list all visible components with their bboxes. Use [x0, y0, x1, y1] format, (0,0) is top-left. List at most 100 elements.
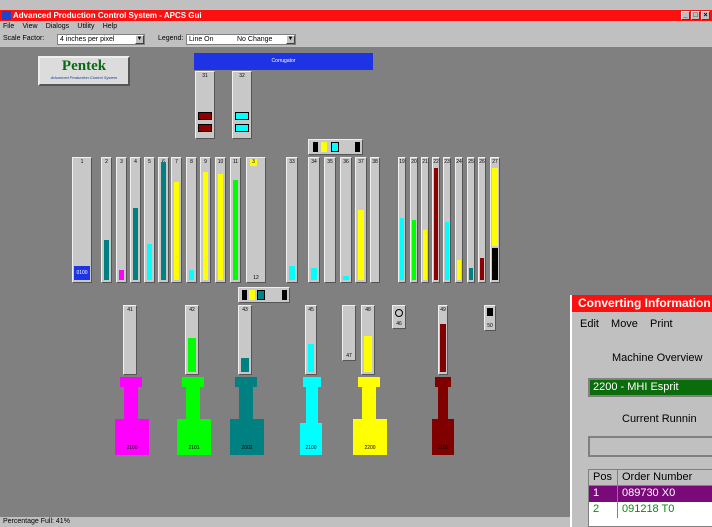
- current-running-field[interactable]: [588, 436, 712, 457]
- machine-45[interactable]: 45 2100: [300, 305, 330, 455]
- machine-41[interactable]: 41 2100: [115, 305, 151, 455]
- column-38[interactable]: 38: [370, 157, 380, 283]
- column-25[interactable]: 25: [467, 157, 475, 283]
- column-32[interactable]: 32: [232, 71, 252, 139]
- column-label: 11: [232, 159, 239, 165]
- column-4[interactable]: 4: [130, 157, 141, 283]
- column-7[interactable]: 7: [171, 157, 182, 283]
- column-27[interactable]: 27: [490, 157, 500, 283]
- fill-level: [492, 248, 498, 280]
- column-label: 4: [134, 159, 137, 165]
- unit-50[interactable]: 50: [484, 305, 496, 331]
- column-header-pos[interactable]: Pos: [589, 470, 618, 485]
- menu-move[interactable]: Move: [611, 318, 638, 330]
- column-9[interactable]: 9: [200, 157, 211, 283]
- column-36[interactable]: 36: [340, 157, 352, 283]
- scale-factor-select[interactable]: 4 inches per pixel ▼: [57, 34, 145, 45]
- column-8[interactable]: 8: [186, 157, 197, 283]
- menu-print[interactable]: Print: [650, 318, 673, 330]
- machine-code: 1100: [437, 445, 449, 451]
- menu-view[interactable]: View: [23, 23, 38, 30]
- column-11[interactable]: 11: [230, 157, 241, 283]
- corrugator-bar[interactable]: Corrugator: [194, 53, 373, 70]
- order-table: Pos Order Number 1 089730 X0 2 091218 T0: [588, 469, 712, 527]
- fill-level: [174, 182, 179, 280]
- table-row[interactable]: 1 089730 X0: [589, 486, 712, 502]
- cell-order: 089730 X0: [621, 487, 676, 499]
- transfer-car-upper[interactable]: [308, 139, 363, 155]
- column-23[interactable]: 23: [443, 157, 451, 283]
- column-34[interactable]: 34: [308, 157, 320, 283]
- machine-code: 2200: [364, 445, 376, 451]
- column-label: 25: [468, 159, 474, 165]
- column-2[interactable]: 2: [101, 157, 112, 283]
- column-20[interactable]: 20: [410, 157, 418, 283]
- pentek-logo: Pentek Advanced Production Control Syste…: [38, 56, 130, 86]
- machine-48[interactable]: 48 2200: [353, 305, 389, 455]
- column-label: 35: [327, 159, 333, 165]
- legend-select[interactable]: Line On No Change ▼: [186, 34, 296, 45]
- column-37[interactable]: 37: [355, 157, 367, 283]
- main-window: Advanced Production Control System - APC…: [0, 0, 712, 527]
- machine-43[interactable]: 43 2002: [230, 305, 266, 455]
- column-22[interactable]: 22: [432, 157, 440, 283]
- chevron-down-icon[interactable]: ▼: [286, 35, 295, 44]
- column-19[interactable]: 19: [398, 157, 406, 283]
- machine-49[interactable]: 49 1100: [432, 305, 462, 455]
- menu-edit[interactable]: Edit: [580, 318, 599, 330]
- unit-label: 46: [396, 321, 402, 327]
- unit-46[interactable]: 46: [392, 305, 406, 329]
- fill-level: [218, 174, 223, 280]
- column-label: 33: [289, 159, 295, 165]
- machine-select[interactable]: 2200 - MHI Esprit: [588, 378, 712, 397]
- column-label: 1: [80, 159, 84, 165]
- machine-label: 43: [242, 307, 248, 313]
- column-5[interactable]: 5: [144, 157, 155, 283]
- stack-block: [235, 124, 249, 132]
- machine-code: 2100: [305, 445, 317, 451]
- menu-file[interactable]: File: [3, 23, 14, 30]
- column-label: 8: [190, 159, 193, 165]
- column-6[interactable]: 6: [158, 157, 169, 283]
- close-button[interactable]: ×: [701, 11, 710, 20]
- app-icon: [2, 11, 11, 20]
- chevron-down-icon[interactable]: ▼: [135, 35, 144, 44]
- column-label: 19: [399, 159, 405, 165]
- column-label: 32: [239, 73, 245, 79]
- title-bar: Advanced Production Control System - APC…: [0, 10, 712, 21]
- column-1[interactable]: 1 0100: [72, 157, 92, 283]
- converting-info-title: Converting Information: [572, 295, 712, 312]
- menu-dialogs[interactable]: Dialogs: [46, 23, 69, 30]
- machine-42[interactable]: 42 2101: [177, 305, 213, 455]
- column-24[interactable]: 24: [455, 157, 463, 283]
- column-21[interactable]: 21: [421, 157, 429, 283]
- column-label: 7: [175, 159, 178, 165]
- column-35[interactable]: 35: [324, 157, 336, 283]
- minimize-button[interactable]: _: [681, 11, 690, 20]
- machine-code: 2100: [126, 445, 138, 451]
- column-12[interactable]: 3 12: [246, 157, 266, 283]
- transfer-car-lower[interactable]: [238, 287, 290, 303]
- column-31[interactable]: 31: [195, 71, 215, 139]
- column-26[interactable]: 26: [478, 157, 486, 283]
- machine-label: 49: [440, 307, 446, 313]
- fill-level: [492, 168, 498, 246]
- column-10[interactable]: 10: [215, 157, 226, 283]
- stack-block: [198, 112, 212, 120]
- column-label: 36: [343, 159, 349, 165]
- column-33[interactable]: 33: [286, 157, 298, 283]
- maximize-button[interactable]: □: [691, 11, 700, 20]
- toolbar: Scale Factor: 4 inches per pixel ▼ Legen…: [0, 32, 712, 46]
- fill-level: [480, 258, 484, 280]
- window-title: Advanced Production Control System - APC…: [13, 11, 202, 20]
- scale-factor-label: Scale Factor:: [3, 35, 45, 42]
- column-header-order[interactable]: Order Number: [618, 470, 712, 485]
- column-3[interactable]: 3: [116, 157, 127, 283]
- fill-level: [289, 266, 295, 280]
- column-readout: 0100: [74, 266, 90, 280]
- menu-help[interactable]: Help: [103, 23, 117, 30]
- menu-utility[interactable]: Utility: [77, 23, 94, 30]
- legend-value: Line On: [189, 36, 214, 43]
- column-label: 22: [433, 159, 439, 165]
- table-row[interactable]: 2 091218 T0: [589, 502, 712, 518]
